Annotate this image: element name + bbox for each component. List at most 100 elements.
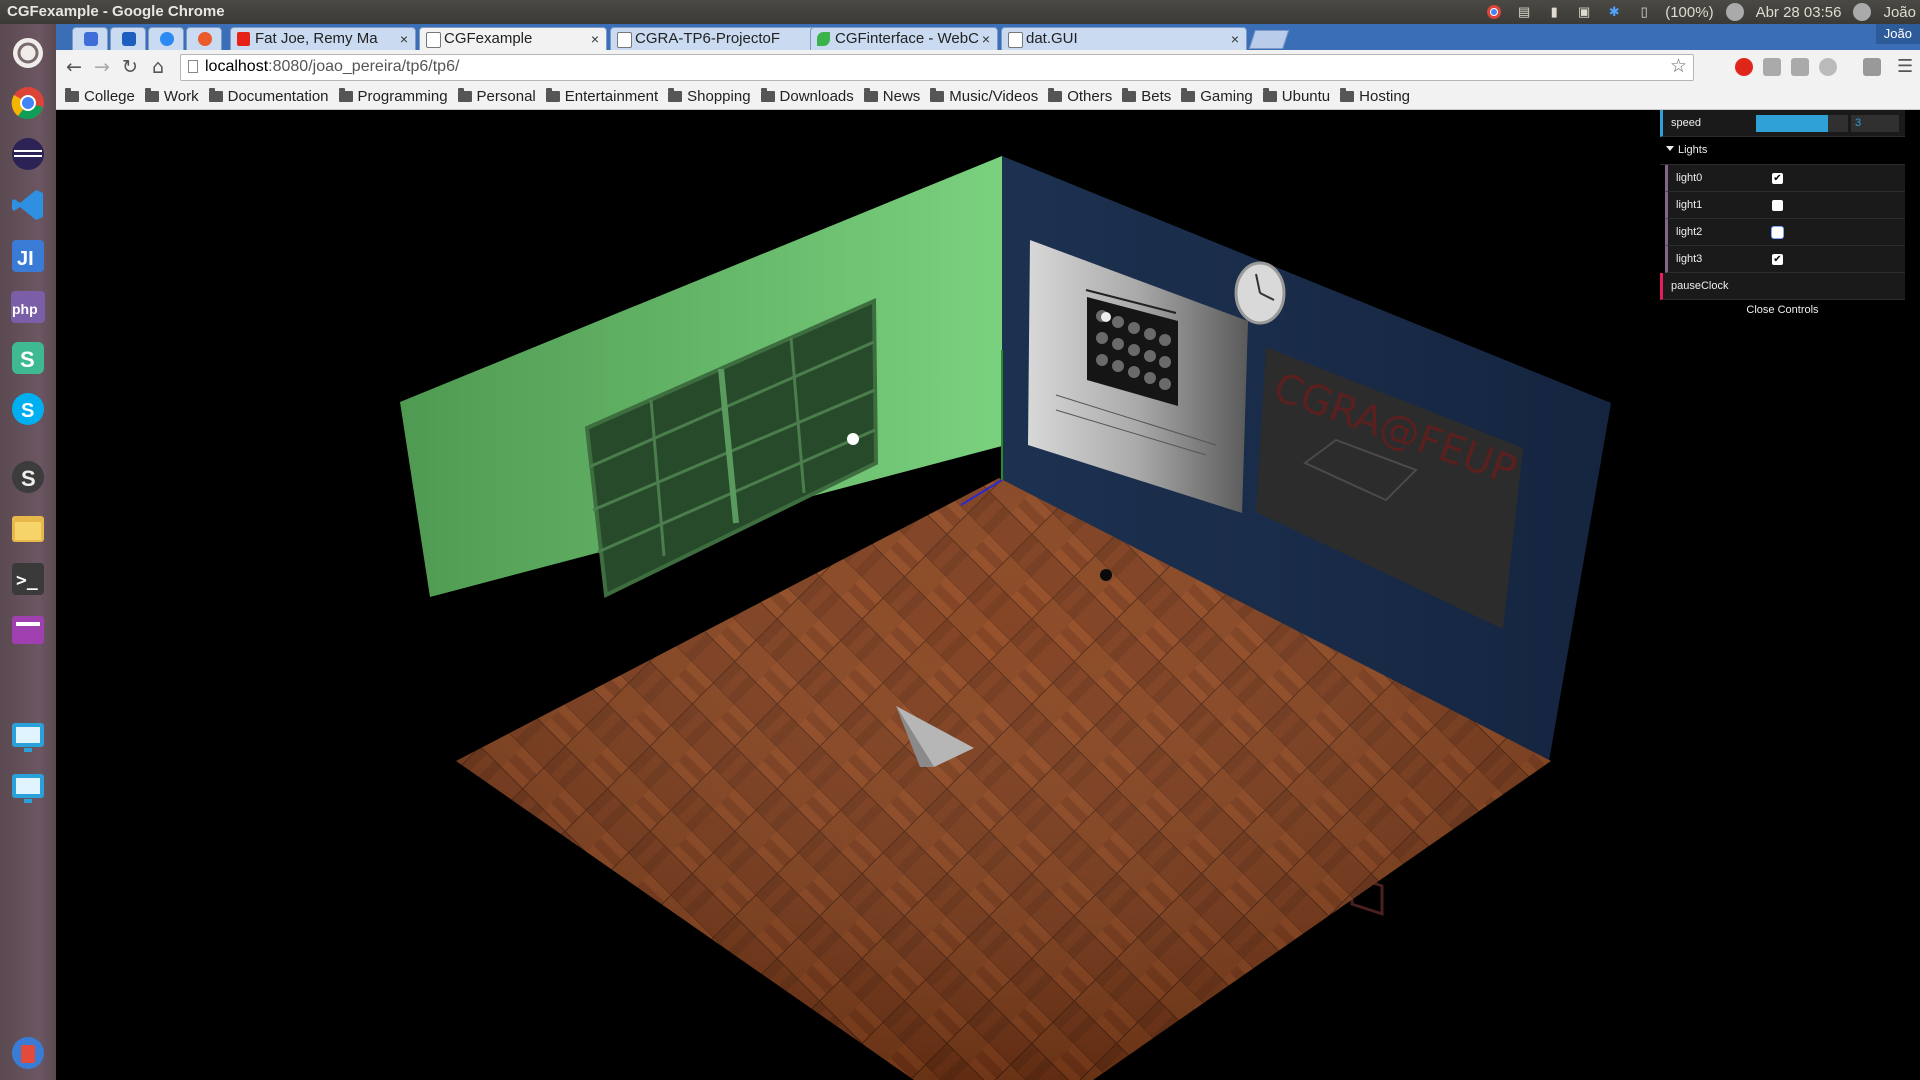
- vscode-icon[interactable]: [7, 184, 49, 226]
- chrome-user-badge[interactable]: João: [1875, 24, 1920, 44]
- speed-input[interactable]: 3: [1851, 115, 1899, 132]
- pinned-tab-app[interactable]: [186, 27, 222, 50]
- bookmark-folder[interactable]: Documentation: [208, 87, 329, 105]
- lights-folder-title[interactable]: Lights: [1660, 137, 1905, 165]
- battery-icon[interactable]: ▯: [1635, 3, 1653, 21]
- page-icon: [1008, 32, 1023, 48]
- tab-label: dat.GUI: [1026, 30, 1078, 47]
- opera-extension-icon[interactable]: [1735, 58, 1753, 76]
- steam-icon[interactable]: S: [7, 456, 49, 498]
- bookmark-folder[interactable]: Personal: [457, 87, 536, 105]
- keyboard-icon[interactable]: ▣: [1575, 3, 1593, 21]
- tab-label: CGFinterface - WebC: [835, 30, 979, 47]
- chrome-indicator-icon[interactable]: [1485, 3, 1503, 21]
- address-bar[interactable]: localhost:8080/joao_pereira/tp6/tp6/ ☆: [180, 54, 1694, 81]
- reload-icon[interactable]: ↻: [118, 55, 142, 79]
- bookmark-folder[interactable]: Downloads: [760, 87, 854, 105]
- extension-icon-3[interactable]: [1819, 58, 1837, 76]
- folder-icon: [1262, 87, 1277, 102]
- extension-icon-2[interactable]: [1791, 58, 1809, 76]
- tab-close-icon[interactable]: ×: [982, 28, 990, 50]
- folder-icon: [545, 87, 560, 102]
- new-tab-button[interactable]: [1248, 30, 1290, 49]
- webgl-canvas[interactable]: CGRA@FEUP: [56, 110, 1920, 1080]
- indicator-area: ▤ ▮ ▣ ✱ ▯ (100%) Abr 28 03:56 João: [1485, 0, 1916, 24]
- eclipse-icon[interactable]: [7, 133, 49, 175]
- remote-desktop-icon-1[interactable]: [7, 716, 49, 758]
- svg-text:>_: >_: [16, 570, 38, 591]
- slack-icon[interactable]: S: [7, 337, 49, 379]
- bookmark-folder[interactable]: Gaming: [1181, 87, 1253, 105]
- extension-icon-1[interactable]: [1763, 58, 1781, 76]
- forward-arrow-icon[interactable]: →: [90, 55, 114, 79]
- bookmark-folder[interactable]: Hosting: [1340, 87, 1410, 105]
- svg-text:S: S: [20, 347, 35, 372]
- bluetooth-icon[interactable]: ✱: [1605, 3, 1623, 21]
- skype-icon[interactable]: S: [7, 388, 49, 430]
- bookmark-folder[interactable]: Music/Videos: [930, 87, 1038, 105]
- back-arrow-icon[interactable]: ←: [62, 55, 86, 79]
- user-avatar-icon[interactable]: [1853, 3, 1872, 21]
- clock[interactable]: Abr 28 03:56: [1756, 4, 1842, 21]
- folder-icon: [1340, 87, 1355, 102]
- pinned-tab-outlook[interactable]: [110, 27, 146, 50]
- tab-close-icon[interactable]: ×: [1231, 28, 1239, 50]
- remote-desktop-icon-2[interactable]: [7, 767, 49, 809]
- tab-youtube[interactable]: Fat Joe, Remy Ma ×: [230, 27, 416, 50]
- bookmark-folder[interactable]: News: [863, 87, 920, 105]
- chrome-menu-icon[interactable]: ☰: [1897, 56, 1913, 77]
- light-source-marker: [847, 433, 859, 445]
- ubuntu-dash-icon[interactable]: [7, 32, 49, 74]
- floor-marker: [1100, 569, 1112, 581]
- bookmark-folder[interactable]: Entertainment: [545, 87, 658, 105]
- chrome-launcher-icon[interactable]: [7, 82, 49, 124]
- tab-close-icon[interactable]: ×: [400, 28, 408, 50]
- phpstorm-icon[interactable]: php: [7, 286, 49, 328]
- video-player-icon[interactable]: [7, 609, 49, 651]
- light2-control: light2: [1665, 219, 1905, 246]
- bookmark-folder[interactable]: College: [65, 87, 135, 105]
- jetbrains-icon[interactable]: JI: [7, 235, 49, 277]
- pause-clock-button[interactable]: pauseClock: [1660, 273, 1905, 300]
- light1-label: light1: [1676, 199, 1703, 211]
- bookmark-folder[interactable]: Bets: [1122, 87, 1171, 105]
- speed-slider[interactable]: [1756, 115, 1848, 132]
- sound-icon[interactable]: [1725, 3, 1744, 21]
- shield-extension-icon[interactable]: [1863, 58, 1881, 76]
- messenger-icon: [160, 32, 174, 46]
- light3-checkbox[interactable]: ✔: [1772, 254, 1783, 265]
- page-icon: [426, 32, 441, 48]
- trash-icon[interactable]: [7, 1032, 49, 1074]
- bookmark-folder[interactable]: Ubuntu: [1262, 87, 1330, 105]
- panel-username[interactable]: João: [1883, 4, 1916, 21]
- pinned-tab-inbox[interactable]: [72, 27, 108, 50]
- light1-checkbox[interactable]: [1772, 200, 1783, 211]
- light2-checkbox[interactable]: [1772, 227, 1783, 238]
- bookmark-folder[interactable]: Programming: [338, 87, 448, 105]
- youtube-icon: [237, 32, 250, 46]
- battery-percentage[interactable]: (100%): [1665, 4, 1713, 21]
- bookmark-star-icon[interactable]: ☆: [1670, 55, 1687, 79]
- tab-cgfinterface[interactable]: CGFinterface - WebC ×: [810, 27, 998, 50]
- close-controls-button[interactable]: Close Controls: [1660, 300, 1905, 320]
- network-icon[interactable]: ▮: [1545, 3, 1563, 21]
- files-icon[interactable]: [7, 507, 49, 549]
- bookmark-folder[interactable]: Work: [144, 87, 199, 105]
- folder-expand-icon: [1666, 146, 1674, 151]
- browser-toolbar: ← → ↻ ⌂ localhost:8080/joao_pereira/tp6/…: [56, 50, 1920, 83]
- tab-close-icon[interactable]: ×: [591, 28, 599, 50]
- speed-label: speed: [1671, 117, 1701, 129]
- top-panel: CGFexample - Google Chrome ▤ ▮ ▣ ✱ ▯ (10…: [0, 0, 1920, 24]
- tab-cgfexample[interactable]: CGFexample ×: [419, 27, 607, 50]
- light0-checkbox[interactable]: ✔: [1772, 173, 1783, 184]
- bookmark-folder[interactable]: Shopping: [668, 87, 751, 105]
- clipboard-icon[interactable]: ▤: [1515, 3, 1533, 21]
- tab-datgui[interactable]: dat.GUI ×: [1001, 27, 1247, 50]
- scene-render: CGRA@FEUP: [400, 156, 1611, 1080]
- terminal-icon[interactable]: >_: [7, 558, 49, 600]
- page-info-icon[interactable]: [188, 60, 198, 73]
- pinned-tab-messenger[interactable]: [148, 27, 184, 50]
- home-icon[interactable]: ⌂: [146, 55, 170, 79]
- unity-launcher: JI php S S S >_: [0, 24, 57, 1080]
- bookmark-folder[interactable]: Others: [1048, 87, 1112, 105]
